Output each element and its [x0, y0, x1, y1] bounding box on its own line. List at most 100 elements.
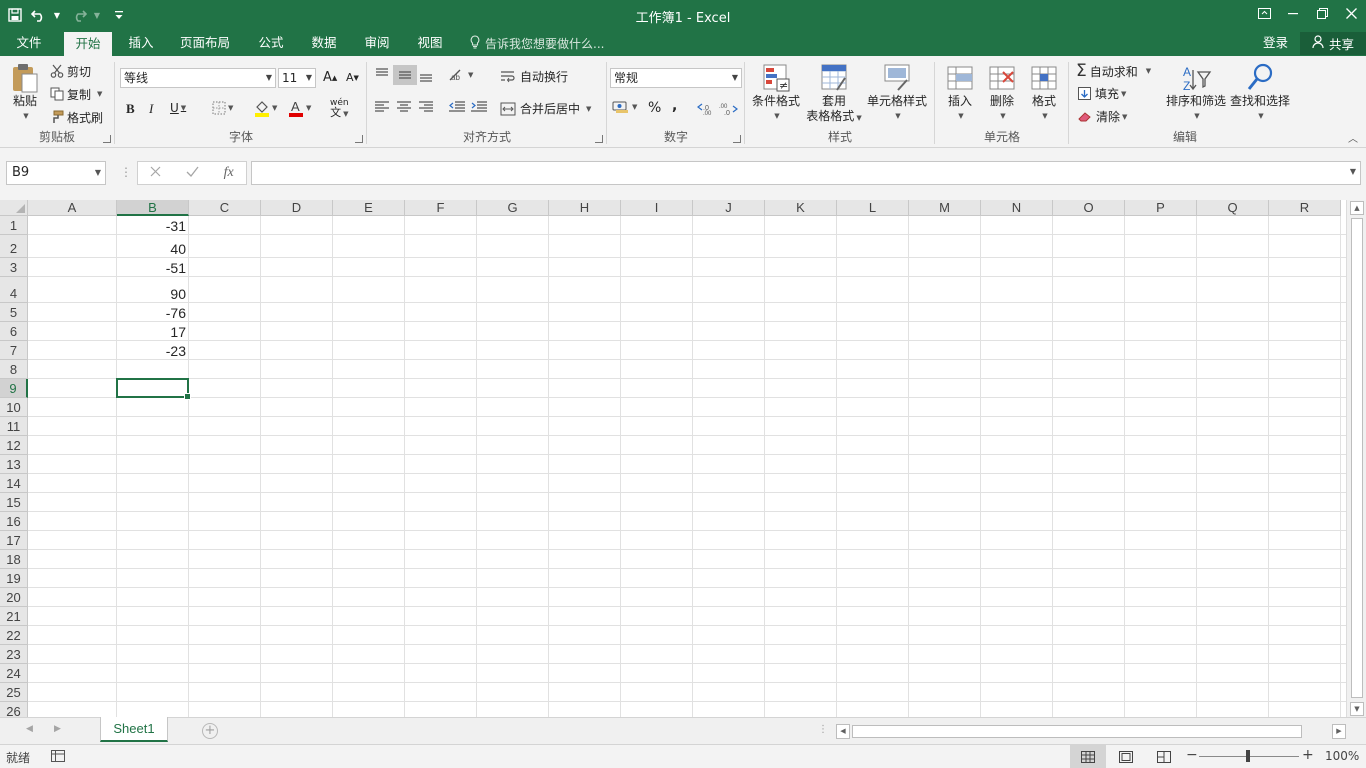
row-header-10[interactable]: 10 [0, 398, 28, 417]
copy-button[interactable]: 复制 ▼ [50, 85, 102, 103]
cut-button[interactable]: 剪切 [50, 62, 91, 80]
column-header-d[interactable]: D [261, 200, 333, 216]
row-header-25[interactable]: 25 [0, 683, 28, 702]
vertical-scroll-thumb[interactable] [1351, 218, 1363, 698]
alignment-dialog-launcher-icon[interactable] [595, 135, 603, 143]
decrease-font-size-icon[interactable]: A ▼ [346, 71, 359, 84]
column-header-e[interactable]: E [333, 200, 405, 216]
ribbon-display-options-icon[interactable] [1250, 0, 1279, 26]
clear-button[interactable]: 清除 ▼ [1078, 108, 1127, 125]
format-painter-button[interactable]: 格式刷 [50, 108, 103, 126]
enter-check-icon[interactable] [186, 166, 199, 180]
decrease-indent-icon[interactable] [448, 100, 466, 114]
scroll-down-icon[interactable]: ▼ [1350, 702, 1364, 716]
cell-styles-button[interactable]: 单元格样式 ▼ [864, 62, 930, 124]
tab-page-layout[interactable]: 页面布局 [172, 31, 238, 56]
cell-b2[interactable]: 40 [117, 235, 189, 258]
close-icon[interactable] [1337, 0, 1366, 26]
row-header-20[interactable]: 20 [0, 588, 28, 607]
horizontal-scrollbar[interactable]: ◀ ▶ [836, 724, 1346, 739]
restore-icon[interactable] [1308, 0, 1337, 26]
fill-color-icon[interactable]: ▼ [254, 99, 277, 117]
row-header-23[interactable]: 23 [0, 645, 28, 664]
row-header-2[interactable]: 2 [0, 235, 28, 258]
align-left-icon[interactable] [374, 100, 390, 114]
row-header-17[interactable]: 17 [0, 531, 28, 550]
column-header-o[interactable]: O [1053, 200, 1125, 216]
italic-icon[interactable]: I [149, 101, 153, 117]
increase-indent-icon[interactable] [470, 100, 488, 114]
accounting-format-icon[interactable]: ▼ [612, 100, 637, 114]
formula-bar-resize-handle[interactable]: ⋮ [120, 165, 132, 179]
row-header-7[interactable]: 7 [0, 341, 28, 360]
bold-icon[interactable]: B [126, 101, 135, 117]
cell-b6[interactable]: 17 [117, 322, 189, 341]
page-break-view-icon[interactable] [1146, 745, 1182, 768]
row-header-15[interactable]: 15 [0, 493, 28, 512]
font-dialog-launcher-icon[interactable] [355, 135, 363, 143]
number-dialog-launcher-icon[interactable] [733, 135, 741, 143]
row-header-6[interactable]: 6 [0, 322, 28, 341]
column-header-j[interactable]: J [693, 200, 765, 216]
row-header-8[interactable]: 8 [0, 360, 28, 379]
align-center-icon[interactable] [396, 100, 412, 114]
format-cells-button[interactable]: 格式 ▼ [1024, 62, 1064, 124]
row-header-4[interactable]: 4 [0, 277, 28, 303]
collapse-ribbon-icon[interactable]: ︿ [1348, 130, 1358, 145]
cell-b7[interactable]: -23 [117, 341, 189, 360]
tab-data[interactable]: 数据 [303, 31, 345, 56]
cell-b1[interactable]: -31 [117, 216, 189, 235]
font-color-icon[interactable]: A ▼ [288, 99, 311, 117]
horizontal-scroll-thumb[interactable] [852, 725, 1302, 738]
tab-insert[interactable]: 插入 [120, 31, 162, 56]
insert-cells-button[interactable]: 插入 ▼ [940, 62, 980, 124]
column-header-c[interactable]: C [189, 200, 261, 216]
insert-function-icon[interactable]: fx [224, 165, 234, 181]
tab-file[interactable]: 文件 [8, 31, 50, 56]
column-header-r[interactable]: R [1269, 200, 1341, 216]
cell-b4[interactable]: 90 [117, 277, 189, 303]
normal-view-icon[interactable] [1070, 745, 1106, 768]
font-size-select[interactable]: 11 ▼ [278, 68, 316, 88]
cell-b5[interactable]: -76 [117, 303, 189, 322]
zoom-in-icon[interactable]: + [1302, 747, 1314, 763]
row-header-1[interactable]: 1 [0, 216, 28, 235]
fill-button[interactable]: 填充 ▼ [1078, 85, 1126, 102]
merge-center-button[interactable]: 合并后居中 ▼ [500, 100, 591, 117]
column-header-b[interactable]: B [117, 200, 189, 216]
tab-split-handle[interactable]: ⋮ [818, 724, 828, 735]
row-header-3[interactable]: 3 [0, 258, 28, 277]
formula-input[interactable]: ▼ [251, 161, 1361, 185]
column-header-f[interactable]: F [405, 200, 477, 216]
paste-button[interactable]: 粘贴 ▼ [6, 62, 44, 124]
orientation-icon[interactable]: ab ▼ [448, 68, 473, 82]
underline-icon[interactable]: U ▼ [170, 101, 186, 115]
expand-formula-bar-icon[interactable]: ▼ [1350, 167, 1356, 176]
increase-decimal-icon[interactable]: .0.00 [696, 101, 716, 115]
zoom-percent[interactable]: 100% [1325, 749, 1359, 763]
prev-sheet-icon[interactable]: ◀ [26, 724, 33, 734]
login-link[interactable]: 登录 [1263, 31, 1288, 55]
zoom-slider-thumb[interactable] [1246, 750, 1250, 762]
zoom-out-icon[interactable]: − [1186, 747, 1198, 763]
minimize-icon[interactable] [1279, 0, 1308, 26]
phonetic-guide-icon[interactable]: wén 文 ▼ [330, 98, 349, 119]
number-format-select[interactable]: 常规 ▼ [610, 68, 742, 88]
format-as-table-button[interactable]: 套用 表格格式 ▼ [804, 62, 864, 126]
font-name-select[interactable]: 等线 ▼ [120, 68, 276, 88]
column-header-p[interactable]: P [1125, 200, 1197, 216]
column-header-q[interactable]: Q [1197, 200, 1269, 216]
tell-me-box[interactable]: 告诉我您想要做什么... [470, 31, 604, 56]
scroll-up-icon[interactable]: ▲ [1350, 201, 1364, 215]
cancel-entry-icon[interactable] [150, 166, 161, 180]
column-header-a[interactable]: A [28, 200, 117, 216]
select-all-button[interactable] [0, 200, 28, 216]
column-header-l[interactable]: L [837, 200, 909, 216]
row-header-5[interactable]: 5 [0, 303, 28, 322]
sheet-tab-sheet1[interactable]: Sheet1 [100, 717, 168, 742]
row-header-13[interactable]: 13 [0, 455, 28, 474]
middle-align-icon[interactable] [393, 65, 417, 85]
worksheet-grid[interactable]: A B C D E F G H I J K L M N O P Q R 1 2 3 4 5 6 7 8 9 10 11 12 13 14 15 1… [0, 200, 1346, 717]
top-align-icon[interactable] [374, 67, 390, 81]
conditional-formatting-button[interactable]: ≠ 条件格式 ▼ [750, 62, 802, 124]
